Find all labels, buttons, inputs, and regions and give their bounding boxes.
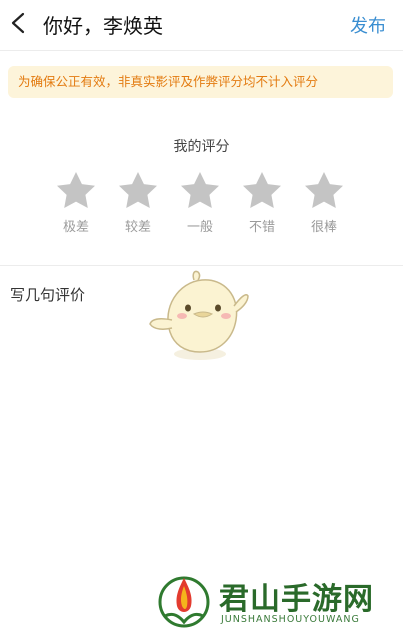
star-label: 一般 <box>186 220 213 235</box>
rating-label: 我的评分 <box>173 139 230 155</box>
star-option-5[interactable]: 很棒 <box>299 172 349 235</box>
back-arrow-icon[interactable] <box>8 12 30 34</box>
star-rating: 极差 较差 一般 不错 很棒 <box>0 172 403 235</box>
publish-button[interactable]: 发布 <box>350 12 386 38</box>
mascot-illustration <box>149 270 249 360</box>
star-label: 不错 <box>248 220 275 235</box>
notice-banner: 为确保公正有效，非真实影评及作弊评分均不计入评分 <box>8 66 393 98</box>
star-icon <box>243 172 281 208</box>
star-icon <box>305 172 343 208</box>
star-option-3[interactable]: 一般 <box>175 172 225 235</box>
top-bar: 你好，李焕英 发布 <box>0 0 403 50</box>
star-label: 很棒 <box>310 220 337 235</box>
star-icon <box>119 172 157 208</box>
site-logo-icon <box>158 576 210 628</box>
page-title: 你好，李焕英 <box>43 14 163 38</box>
star-option-1[interactable]: 极差 <box>51 172 101 235</box>
watermark-subtitle: JUNSHANSHOUYOUWANG <box>221 614 360 625</box>
star-label: 极差 <box>62 220 89 235</box>
comment-placeholder: 写几句评价 <box>10 286 86 304</box>
star-icon <box>57 172 95 208</box>
watermark-name: 君山手游网 <box>219 582 374 617</box>
star-option-4[interactable]: 不错 <box>237 172 287 235</box>
header-divider <box>0 50 403 51</box>
star-label: 较差 <box>124 220 151 235</box>
rating-page: 你好，李焕英 发布 为确保公正有效，非真实影评及作弊评分均不计入评分 我的评分 … <box>0 0 403 634</box>
star-option-2[interactable]: 较差 <box>113 172 163 235</box>
star-icon <box>181 172 219 208</box>
site-watermark: 君山手游网 JUNSHANSHOUYOUWANG <box>155 570 400 630</box>
